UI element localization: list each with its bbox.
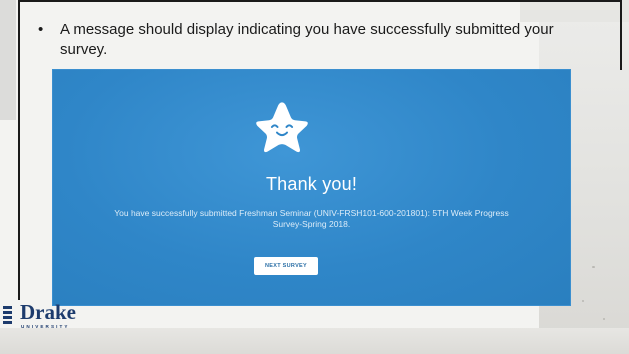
- instruction-text: A message should display indicating you …: [60, 21, 554, 58]
- survey-confirmation-panel: Thank you! You have successfully submitt…: [53, 70, 570, 305]
- instruction-bullet: • A message should display indicating yo…: [38, 20, 580, 60]
- slide-edge-tab: [0, 0, 16, 120]
- drake-logo-word: Drake: [20, 300, 76, 324]
- drake-logo-subtitle: UNIVERSITY: [21, 324, 70, 329]
- frame-line-top: [18, 0, 622, 2]
- thank-you-heading: Thank you!: [265, 174, 358, 194]
- bullet-marker: •: [38, 21, 44, 38]
- frame-line-right: [620, 0, 622, 70]
- background-speck: [592, 266, 595, 268]
- next-survey-button[interactable]: NEXT SURVEY: [254, 257, 318, 275]
- textured-background-bottom: [0, 328, 629, 354]
- smiling-star-icon: [256, 102, 308, 153]
- textured-background-strip: [520, 0, 629, 22]
- submission-message: You have successfully submitted Freshman…: [114, 208, 509, 229]
- background-speck: [603, 318, 605, 320]
- drake-logo-mark-icon: [3, 306, 12, 328]
- background-speck: [582, 300, 584, 302]
- frame-line-left: [18, 0, 20, 300]
